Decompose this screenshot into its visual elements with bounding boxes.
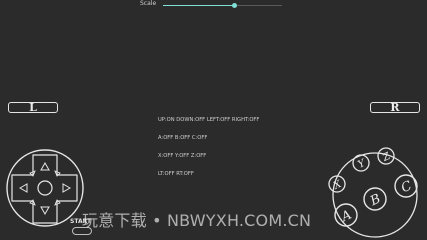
dpad-up-button[interactable] <box>40 161 50 171</box>
dpad-down-button[interactable] <box>40 206 50 216</box>
face-buttons: X Y Z A B C <box>328 147 418 238</box>
l-shoulder-button[interactable]: L <box>8 101 58 114</box>
y-button[interactable]: Y <box>352 154 370 172</box>
watermark-text: 玩意下载 • NBWYXH.COM.CN <box>82 211 312 230</box>
a-button-label: A <box>338 208 354 226</box>
dpad-center <box>37 180 53 196</box>
c-button-label: C <box>399 178 414 196</box>
dpad-left-button[interactable] <box>18 183 28 193</box>
r-shoulder-button[interactable]: R <box>370 101 420 114</box>
input-status-readout: UP:ON DOWN:OFF LEFT:OFF RIGHT:OFF A:OFF … <box>158 105 259 183</box>
b-button[interactable]: B <box>363 187 387 211</box>
status-line-abc: A:OFF B:OFF C:OFF <box>158 135 208 141</box>
scale-slider[interactable] <box>163 3 282 8</box>
scale-slider-thumb[interactable] <box>231 3 237 8</box>
status-line-xyz: X:OFF Y:OFF Z:OFF <box>158 153 207 159</box>
status-line-triggers: LT:OFF RT:OFF <box>158 171 194 177</box>
b-button-label: B <box>367 192 383 210</box>
scale-slider-fill <box>163 5 235 6</box>
c-button[interactable]: C <box>394 174 418 198</box>
dpad-right-button[interactable] <box>62 183 72 193</box>
status-line-dpad: UP:ON DOWN:OFF LEFT:OFF RIGHT:OFF <box>158 117 260 123</box>
scale-label: Scale <box>140 0 157 7</box>
